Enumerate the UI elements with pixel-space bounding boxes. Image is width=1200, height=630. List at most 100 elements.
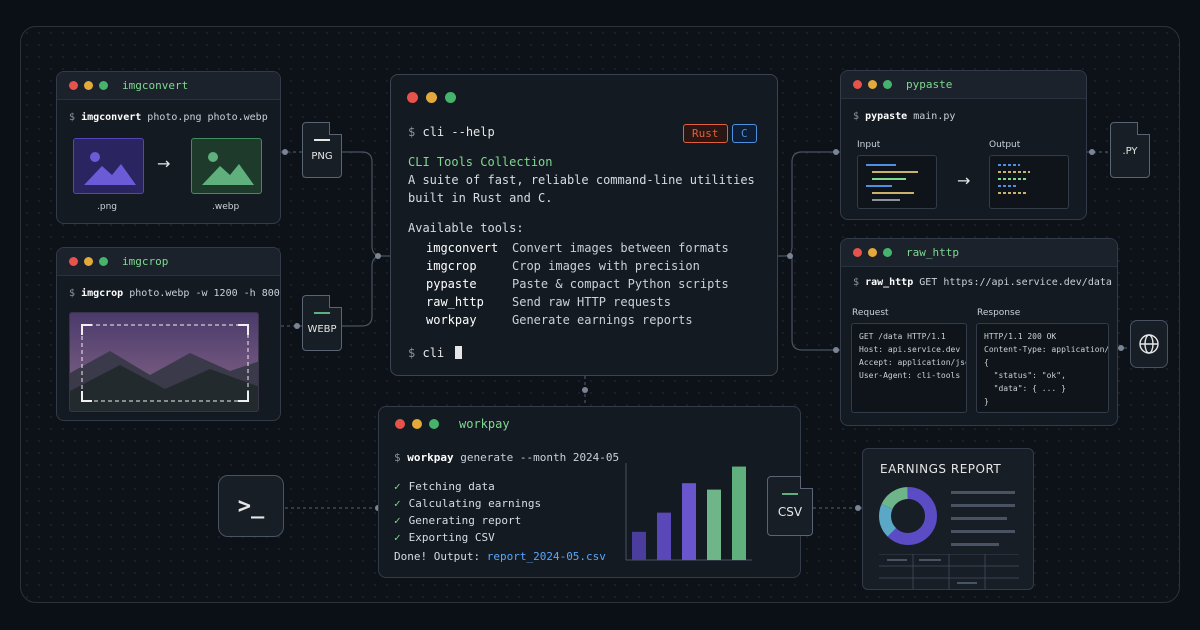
maximize-dot[interactable] [883, 80, 892, 89]
cli-titlebar[interactable] [391, 75, 777, 119]
maximize-dot[interactable] [429, 419, 439, 429]
file-label: .PY [1122, 145, 1138, 157]
webp-label: .webp [212, 202, 240, 212]
request-body: GET /data HTTP/1.1 Host: api.service.dev… [851, 323, 967, 413]
window-title: imgconvert [122, 79, 189, 92]
webp-image-thumb [191, 138, 262, 194]
image-icon [202, 152, 254, 185]
tool-row: pypaste Paste & compact Python scripts [426, 277, 729, 291]
cli-help-window[interactable]: $ cli --help Rust C CLI Tools Collection… [390, 74, 778, 376]
donut-chart-graphic [879, 487, 937, 545]
step-row: ✓ Fetching data [394, 480, 495, 493]
bar-4 [732, 466, 746, 560]
minimize-dot[interactable] [84, 81, 93, 90]
done-line: Done! Output: report_2024-05.csv [394, 550, 606, 563]
command-line: $ imgcrop photo.webp -w 1200 -h 800 [69, 288, 280, 299]
bar-3 [707, 489, 721, 560]
close-dot[interactable] [69, 257, 78, 266]
png-file-icon[interactable]: PNG [302, 122, 342, 178]
pypaste-window[interactable]: pypaste $ pypaste main.py Input Output → [840, 70, 1087, 220]
csv-file-icon[interactable]: CSV [767, 476, 813, 536]
minimize-dot[interactable] [868, 80, 877, 89]
arrow-right-icon: → [157, 154, 171, 173]
bar-2 [682, 483, 696, 560]
window-title: raw_http [906, 246, 959, 259]
output-code-preview [989, 155, 1069, 209]
minimize-dot[interactable] [412, 419, 422, 429]
tool-row: raw_http Send raw HTTP requests [426, 295, 671, 309]
cli-description-2: built in Rust and C. [408, 191, 553, 205]
terminal-icon[interactable]: >_ [218, 475, 284, 537]
globe-icon[interactable] [1130, 320, 1168, 368]
tool-row: workpay Generate earnings reports [426, 313, 693, 327]
command-line: $ workpay generate --month 2024-05 [394, 451, 620, 464]
webp-file-icon[interactable]: WEBP [302, 295, 342, 351]
imgcrop-window[interactable]: imgcrop $ imgcrop photo.webp -w 1200 -h … [56, 247, 281, 421]
check-icon: ✓ [394, 480, 401, 493]
c-badge: C [732, 124, 757, 143]
file-label: CSV [777, 505, 803, 519]
cli-heading: CLI Tools Collection [408, 155, 553, 169]
imgconvert-titlebar[interactable]: imgconvert [57, 72, 280, 100]
imgconvert-window[interactable]: imgconvert $ imgconvert photo.png photo.… [56, 71, 281, 224]
tools-list: imgconvert Convert images between formats… [426, 239, 729, 329]
cli-input-line[interactable]: $ cli [408, 346, 463, 360]
png-label: .png [97, 202, 117, 212]
pypaste-titlebar[interactable]: pypaste [841, 71, 1086, 99]
report-table-graphic [879, 554, 1019, 589]
workpay-titlebar[interactable]: workpay [379, 407, 800, 441]
command-line: $ raw_http GET https://api.service.dev/d… [853, 277, 1112, 288]
maximize-dot[interactable] [883, 248, 892, 257]
png-image-thumb [73, 138, 144, 194]
available-tools-heading: Available tools: [408, 221, 524, 235]
command-line: $ imgconvert photo.png photo.webp [69, 112, 268, 123]
py-file-icon[interactable]: .PY [1110, 122, 1150, 178]
raw-http-titlebar[interactable]: raw_http [841, 239, 1117, 267]
bar-1 [657, 512, 671, 560]
step-row: ✓ Exporting CSV [394, 531, 495, 544]
minimize-dot[interactable] [426, 91, 437, 103]
bar-0 [632, 531, 646, 560]
tool-row: imgcrop Crop images with precision [426, 259, 700, 273]
cli-description-1: A suite of fast, reliable command-line u… [408, 173, 755, 187]
maximize-dot[interactable] [99, 257, 108, 266]
arrow-right-icon: → [957, 171, 971, 190]
close-dot[interactable] [853, 248, 862, 257]
file-label: WEBP [307, 323, 337, 335]
progress-steps: ✓ Fetching data ✓ Calculating earnings ✓ Ge… [394, 478, 541, 546]
tool-row: imgconvert Convert images between formats [426, 241, 729, 255]
maximize-dot[interactable] [99, 81, 108, 90]
report-text-lines [951, 491, 1015, 546]
output-file-link[interactable]: report_2024-05.csv [487, 550, 606, 563]
imgcrop-titlebar[interactable]: imgcrop [57, 248, 280, 276]
maximize-dot[interactable] [445, 91, 456, 103]
workpay-window[interactable]: workpay $ workpay generate --month 2024-… [378, 406, 801, 578]
earnings-bar-graphic [625, 463, 752, 561]
close-dot[interactable] [407, 91, 418, 103]
response-body: HTTP/1.1 200 OK Content-Type: applicatio… [976, 323, 1109, 413]
step-row: ✓ Generating report [394, 514, 522, 527]
file-label: PNG [311, 150, 333, 162]
close-dot[interactable] [395, 419, 405, 429]
earnings-report-card[interactable]: EARNINGS REPORT [862, 448, 1034, 590]
response-label: Response [977, 308, 1021, 318]
close-dot[interactable] [853, 80, 862, 89]
input-label: Input [857, 140, 881, 150]
image-icon [84, 152, 136, 185]
minimize-dot[interactable] [84, 257, 93, 266]
close-dot[interactable] [69, 81, 78, 90]
check-icon: ✓ [394, 514, 401, 527]
cursor [455, 346, 463, 359]
raw-http-window[interactable]: raw_http $ raw_http GET https://api.serv… [840, 238, 1118, 426]
landscape-image [70, 313, 258, 411]
step-row: ✓ Calculating earnings [394, 497, 542, 510]
output-label: Output [989, 140, 1021, 150]
check-icon: ✓ [394, 531, 401, 544]
input-code-preview [857, 155, 937, 209]
report-title: EARNINGS REPORT [880, 462, 1002, 476]
command-line: $ pypaste main.py [853, 111, 956, 122]
window-title: pypaste [906, 78, 953, 91]
request-label: Request [852, 308, 889, 318]
minimize-dot[interactable] [868, 248, 877, 257]
check-icon: ✓ [394, 497, 401, 510]
